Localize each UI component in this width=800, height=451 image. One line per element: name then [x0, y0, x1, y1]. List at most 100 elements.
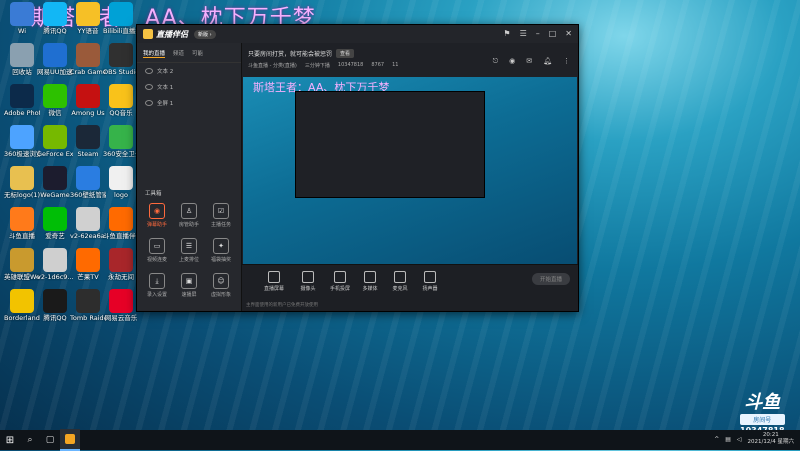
app-titlebar[interactable]: 直播伴侣 新版 › ⚑ ☰ – □ ✕ [137, 25, 578, 43]
streaming-app-window[interactable]: 直播伴侣 新版 › ⚑ ☰ – □ ✕ 我的直播 频道 可能 文本 2 文本 1… [136, 24, 579, 312]
desktop-icon[interactable]: 斗鱼直播伴侣 [103, 207, 139, 240]
record-icon[interactable]: ◉ [509, 57, 515, 66]
desktop-icon-label: 永劫无间 [108, 273, 134, 281]
camera-button[interactable]: 摄像头 [294, 271, 322, 292]
desktop-icon[interactable]: 回收站 [4, 43, 40, 76]
task-view-icon[interactable]: ▢ [40, 435, 60, 445]
settings-icon[interactable]: ☰ [520, 29, 527, 38]
start-live-button[interactable]: 开始直播 [532, 273, 570, 285]
media-button[interactable]: 多媒体 [356, 271, 384, 292]
desktop-icon[interactable]: Among Us [70, 84, 106, 117]
heat-count: 8767 [371, 62, 385, 68]
phone-cast-button[interactable]: 手机投屏 [326, 271, 354, 292]
maximize-icon[interactable]: □ [549, 29, 557, 38]
desktop-icon[interactable]: Crab Game [70, 43, 106, 76]
desktop-icon[interactable]: 网易云音乐 [103, 289, 139, 322]
tab-my-live[interactable]: 我的直播 [143, 49, 166, 58]
desktop-icon[interactable]: Adobe Photosh... [4, 84, 40, 117]
volume-icon[interactable]: ◁ [737, 436, 742, 443]
system-tray: ^ ▤ ◁ 20:21 2021/12/4 星期六 [714, 432, 794, 446]
app-icon [43, 125, 67, 149]
tool-item[interactable]: ☺ 虚拟形象 [205, 273, 237, 298]
desktop-icon[interactable]: OBS Studio [103, 43, 139, 76]
bell-icon[interactable]: 🔔︎ [543, 57, 552, 66]
mail-icon[interactable]: ✉ [526, 57, 532, 66]
stream-preview[interactable]: 斯塔王者：AA、枕下万千梦 [243, 77, 577, 286]
tool-item[interactable]: ▭ 视频连麦 [141, 238, 173, 263]
desktop-icon[interactable]: 芒果TV [70, 248, 106, 281]
desktop-icon[interactable]: 爱奇艺 [37, 207, 73, 240]
minimize-icon[interactable]: – [536, 29, 540, 38]
desktop-icon[interactable]: Tomb Raider [70, 289, 106, 322]
desktop-icon[interactable]: 网易UU加速器 [37, 43, 73, 76]
desktop-icon-label: Crab Game [70, 68, 106, 76]
desktop-icon[interactable]: Borderlands 2 [4, 289, 40, 322]
app-icon [10, 207, 34, 231]
app-icon [43, 207, 67, 231]
desktop-icon[interactable]: QQ音乐 [103, 84, 139, 117]
network-icon[interactable]: ▤ [725, 436, 731, 443]
desktop-icon[interactable]: v2-62ea6a... [70, 207, 106, 240]
nested-preview-window [295, 91, 485, 198]
close-icon[interactable]: ✕ [565, 29, 572, 38]
visibility-icon[interactable] [145, 68, 153, 74]
tool-item[interactable]: ◉ 弹幕助手 [141, 203, 173, 228]
tool-item[interactable]: ☑ 主播任务 [205, 203, 237, 228]
visibility-icon[interactable] [145, 100, 153, 106]
more-icon[interactable]: ⋮ [563, 57, 570, 66]
tool-item[interactable]: ♙ 房管助手 [173, 203, 205, 228]
desktop-icon-label: 微信 [48, 109, 62, 117]
desktop-icon[interactable]: 360壁纸管家 [70, 166, 106, 199]
version-pill[interactable]: 新版 › [194, 29, 216, 39]
desktop-icon[interactable]: 永劫无间 [103, 248, 139, 281]
scene-label: 文本 2 [157, 69, 174, 75]
desktop-icon[interactable]: 360极速浏览器X [4, 125, 40, 158]
search-icon[interactable]: ⌕ [20, 435, 40, 445]
taskbar-app-streaming[interactable] [60, 429, 80, 451]
app-icon [76, 289, 100, 313]
notice-button[interactable]: 查看 [336, 49, 355, 58]
desktop-icon[interactable]: 斗鱼直播 [4, 207, 40, 240]
scene-item[interactable]: 全屏 1 [137, 95, 241, 111]
desktop-icon[interactable]: 腾讯QQ [37, 289, 73, 322]
app-logo-icon [143, 29, 153, 39]
app-icon [109, 289, 133, 313]
desktop-icon-label: 无标logo(1) [4, 191, 40, 199]
screen-capture-button[interactable]: 直播屏幕 [260, 271, 288, 292]
scene-item[interactable]: 文本 2 [137, 63, 241, 79]
desktop-icon[interactable]: Steam [70, 125, 106, 158]
desktop-icon[interactable]: WeGame [37, 166, 73, 199]
stream-category[interactable]: 斗鱼直播 - 分类(直播) [248, 62, 297, 69]
desktop-icon[interactable]: 无标logo(1) [4, 166, 40, 199]
tool-item[interactable]: ✦ 福袋抽奖 [205, 238, 237, 263]
windows-start-icon[interactable]: ⊞ [0, 435, 20, 446]
tool-item[interactable]: ▣ 速播屏 [173, 273, 205, 298]
desktop-icon[interactable]: logo [103, 166, 139, 199]
desktop-icon[interactable]: 腾讯QQ [37, 2, 73, 35]
visibility-icon[interactable] [145, 84, 153, 90]
desktop-icon[interactable]: 360安全卫士 [103, 125, 139, 158]
stream-title[interactable]: 三分钟下播 [305, 62, 330, 69]
tab-other[interactable]: 可能 [192, 49, 203, 58]
status-line: 主界面使用的新用户已免费开放使用 [246, 303, 318, 308]
shop-icon[interactable]: ⚑ [503, 29, 510, 38]
desktop-icon[interactable]: 英雄联盟WeGame版 [4, 248, 40, 281]
tool-item[interactable]: ☰ 上麦排位 [173, 238, 205, 263]
scene-item[interactable]: 文本 1 [137, 79, 241, 95]
desktop-icon-label: WeGame [40, 191, 70, 199]
microphone-button[interactable]: 麦克风 [386, 271, 414, 292]
tool-item[interactable]: ⤓ 录入设置 [141, 273, 173, 298]
desktop-icon[interactable]: GeForce Experience [37, 125, 73, 158]
desktop-icon[interactable]: Wi [4, 2, 40, 35]
tab-channel[interactable]: 频道 [173, 49, 184, 58]
control-label: 扬声器 [422, 286, 438, 292]
room-label: 房间号 [740, 414, 785, 425]
clock[interactable]: 20:21 2021/12/4 星期六 [748, 432, 794, 446]
speaker-button[interactable]: 扬声器 [416, 271, 444, 292]
desktop-icon[interactable]: YY语音 [70, 2, 106, 35]
share-icon[interactable]: ⎋ [493, 57, 499, 66]
desktop-icon[interactable]: Bilibili直播姬 [103, 2, 139, 35]
desktop-icon[interactable]: v2-1d6c9... [37, 248, 73, 281]
tray-chevron-icon[interactable]: ^ [714, 436, 719, 443]
desktop-icon[interactable]: 微信 [37, 84, 73, 117]
